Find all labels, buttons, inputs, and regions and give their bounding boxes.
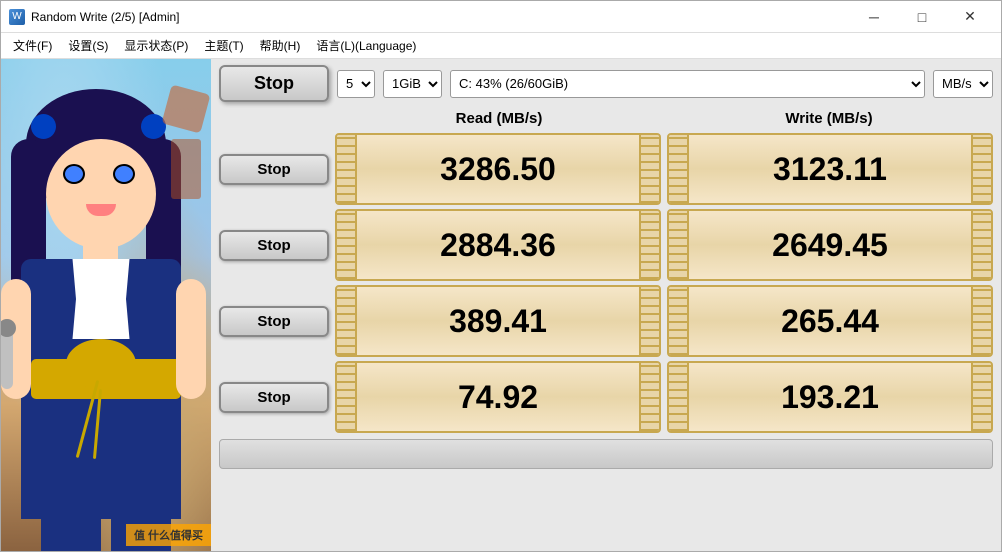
data-row-3: Stop 74.92 193.21	[219, 361, 993, 433]
app-icon: W	[9, 9, 25, 25]
maximize-button[interactable]: □	[899, 3, 945, 31]
menu-settings[interactable]: 设置(S)	[60, 35, 116, 56]
main-window: W Random Write (2/5) [Admin] ─ □ ✕ 文件(F)…	[0, 0, 1002, 552]
read-value-0: 3286.50	[335, 133, 661, 205]
read-value-3: 74.92	[335, 361, 661, 433]
menu-display[interactable]: 显示状态(P)	[116, 35, 196, 56]
read-value-1: 2884.36	[335, 209, 661, 281]
menu-language[interactable]: 语言(L)(Language)	[308, 35, 424, 56]
title-bar-left: W Random Write (2/5) [Admin]	[9, 9, 180, 25]
header-write: Write (MB/s)	[667, 108, 991, 129]
menu-file[interactable]: 文件(F)	[5, 35, 60, 56]
minimize-button[interactable]: ─	[851, 3, 897, 31]
data-row-0: Stop 3286.50 3123.11	[219, 133, 993, 205]
toolbar-row: Stop 5 1GiB C: 43% (26/60GiB) MB/s	[219, 65, 993, 102]
header-read: Read (MB/s)	[337, 108, 661, 129]
data-row-1: Stop 2884.36 2649.45	[219, 209, 993, 281]
size-select[interactable]: 1GiB	[383, 70, 442, 98]
close-button[interactable]: ✕	[947, 3, 993, 31]
queue-select[interactable]: 5	[337, 70, 375, 98]
stop-button-2[interactable]: Stop	[219, 306, 329, 337]
watermark: 值 什么值得买	[126, 524, 211, 546]
write-value-2: 265.44	[667, 285, 993, 357]
unit-select[interactable]: MB/s	[933, 70, 993, 98]
menu-bar: 文件(F) 设置(S) 显示状态(P) 主题(T) 帮助(H) 语言(L)(La…	[1, 33, 1001, 59]
content-area: 值 什么值得买 Stop 5 1GiB C: 43% (26/60GiB) MB…	[1, 59, 1001, 551]
window-title: Random Write (2/5) [Admin]	[31, 10, 180, 24]
stop-button-main[interactable]: Stop	[219, 65, 329, 102]
benchmark-panel: Stop 5 1GiB C: 43% (26/60GiB) MB/s Read …	[211, 59, 1001, 551]
write-value-3: 193.21	[667, 361, 993, 433]
header-spacer	[221, 108, 331, 129]
stop-button-1[interactable]: Stop	[219, 230, 329, 261]
status-bar	[219, 439, 993, 469]
data-row-2: Stop 389.41 265.44	[219, 285, 993, 357]
anime-panel: 值 什么值得买	[1, 59, 211, 551]
anime-background: 值 什么值得买	[1, 59, 211, 551]
write-value-0: 3123.11	[667, 133, 993, 205]
drive-select[interactable]: C: 43% (26/60GiB)	[450, 70, 925, 98]
stop-button-0[interactable]: Stop	[219, 154, 329, 185]
title-bar: W Random Write (2/5) [Admin] ─ □ ✕	[1, 1, 1001, 33]
menu-help[interactable]: 帮助(H)	[252, 35, 309, 56]
stop-button-3[interactable]: Stop	[219, 382, 329, 413]
header-row: Read (MB/s) Write (MB/s)	[219, 108, 993, 129]
write-value-1: 2649.45	[667, 209, 993, 281]
read-value-2: 389.41	[335, 285, 661, 357]
window-controls: ─ □ ✕	[851, 3, 993, 31]
menu-theme[interactable]: 主题(T)	[196, 35, 251, 56]
